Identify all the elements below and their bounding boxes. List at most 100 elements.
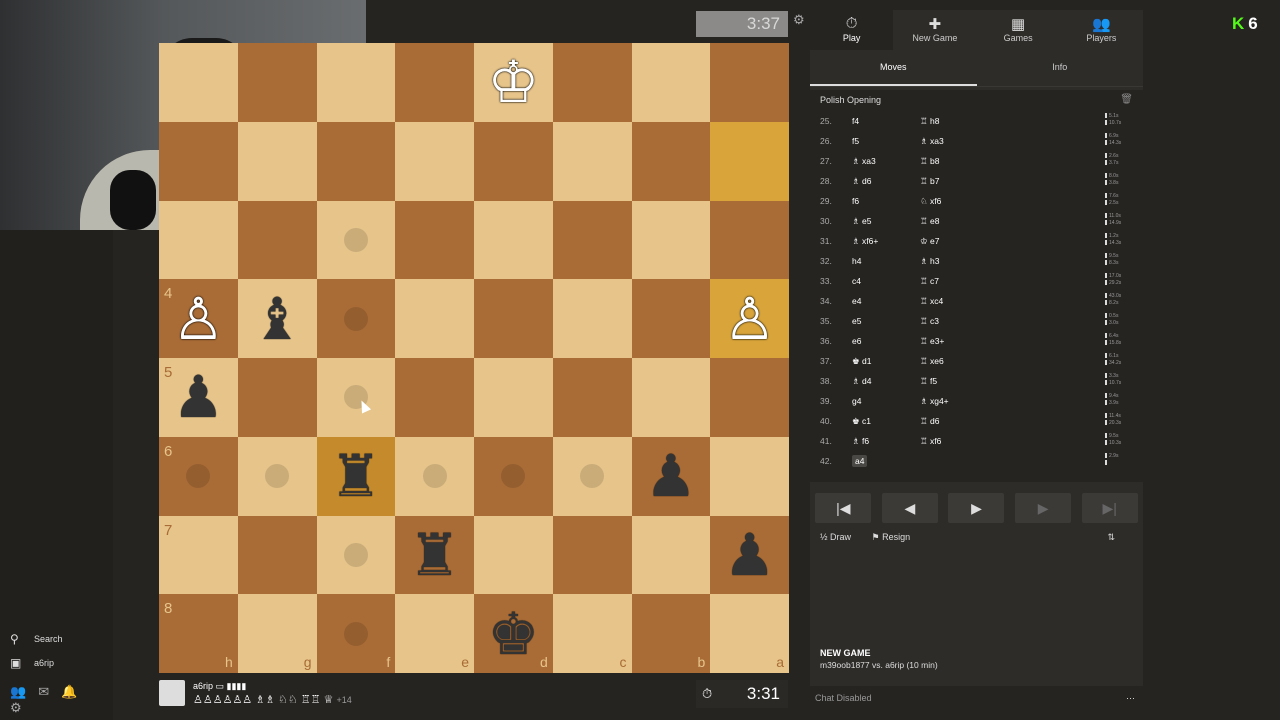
move-row[interactable]: 36. e6 ♖ e3+ 6.4s 15.8s [810, 330, 1143, 350]
draw-button[interactable]: ½ Draw [820, 532, 851, 542]
board-square[interactable] [395, 436, 474, 516]
black-move[interactable]: ♖ e3+ [920, 336, 944, 347]
last-move-button[interactable]: ▶| [1081, 493, 1138, 523]
board-square[interactable] [159, 43, 238, 122]
white-move[interactable]: ♗ xf6+ [852, 236, 878, 247]
board-square[interactable] [710, 43, 789, 122]
move-row[interactable]: 38. ♗ d4 ♖ f5 3.3s 10.7s [810, 370, 1143, 390]
nav-play[interactable]: ⏱ Play [810, 10, 894, 50]
board-square[interactable] [552, 279, 632, 358]
board-square[interactable]: 5 ♟ [159, 358, 238, 437]
white-move[interactable]: ♗ xa3 [852, 156, 876, 167]
board-square[interactable]: b [631, 594, 711, 673]
move-row[interactable]: 40. ♚ c1 ♖ d6 11.4s 20.3s [810, 410, 1143, 430]
white-move[interactable]: e5 [852, 316, 861, 326]
black-move[interactable]: ♖ c7 [920, 276, 939, 287]
board-square[interactable] [474, 279, 553, 358]
black-piece[interactable]: ♜ [395, 516, 474, 595]
board-square[interactable] [316, 43, 396, 122]
board-square[interactable] [395, 279, 474, 358]
board-square[interactable]: ♟ [631, 436, 711, 516]
more-options-icon[interactable]: ⋯ [1126, 686, 1135, 710]
sidebar-search[interactable]: ⚲ Search [0, 628, 113, 652]
board-square[interactable] [552, 200, 632, 280]
trash-icon[interactable]: 🗑 [1120, 90, 1133, 110]
next-move-button[interactable]: ▶ [1015, 493, 1072, 523]
black-piece[interactable]: ♟ [159, 358, 238, 437]
board-square[interactable] [474, 200, 553, 280]
player-name[interactable]: a6rip ▭ ▮▮▮▮ [193, 681, 246, 692]
board-square[interactable] [552, 121, 632, 201]
legal-move-dot[interactable] [501, 464, 526, 489]
resign-button[interactable]: ⚑ Resign [872, 532, 911, 542]
white-move[interactable]: ♗ d4 [852, 376, 871, 387]
white-move[interactable]: e6 [852, 336, 861, 346]
board-square[interactable] [159, 121, 238, 201]
white-move[interactable]: f5 [852, 136, 859, 146]
white-move[interactable]: ♗ d6 [852, 176, 871, 187]
black-move[interactable]: ♔ e7 [920, 236, 939, 247]
board-square[interactable] [631, 43, 711, 122]
black-move[interactable]: ♖ xf6 [920, 436, 941, 447]
board-square[interactable] [552, 515, 632, 595]
white-piece[interactable]: ♔ [474, 43, 553, 122]
previous-move-button[interactable]: ◀ [881, 493, 938, 523]
move-row[interactable]: 41. ♗ f6 ♖ xf6 9.5s 10.3s [810, 430, 1143, 450]
move-row[interactable]: 33. c4 ♖ c7 17.0s 29.2s [810, 270, 1143, 290]
board-square[interactable] [316, 358, 396, 437]
board-square[interactable] [474, 358, 553, 437]
white-move[interactable]: ♗ e5 [852, 216, 871, 227]
board-square[interactable]: ♔ [474, 43, 553, 122]
move-row[interactable]: 25. f4 ♖ h8 5.1s 10.7s [810, 110, 1143, 130]
black-move[interactable]: ♖ b8 [920, 156, 939, 167]
white-move[interactable]: a4 [852, 455, 868, 467]
white-move[interactable]: e4 [852, 296, 861, 306]
board-square[interactable] [237, 200, 317, 280]
sidebar-user[interactable]: ▣ a6rip [0, 652, 113, 676]
white-piece[interactable]: ♙ [159, 279, 238, 358]
board-square[interactable] [316, 515, 396, 595]
board-square[interactable] [395, 200, 474, 280]
board-square[interactable] [474, 121, 553, 201]
board-settings-icon[interactable]: ⚙ [793, 12, 805, 28]
legal-move-dot[interactable] [343, 542, 368, 567]
board-square[interactable]: 8h [159, 594, 238, 673]
board-square[interactable]: 4 ♙ [159, 279, 238, 358]
legal-move-dot[interactable] [343, 227, 368, 252]
white-move[interactable]: ♚ d1 [852, 356, 871, 367]
board-square[interactable] [159, 200, 238, 280]
white-move[interactable]: ♗ f6 [852, 436, 869, 447]
board-square[interactable] [316, 121, 396, 201]
legal-move-dot[interactable] [343, 621, 368, 646]
legal-move-dot[interactable] [186, 464, 211, 489]
mail-icon[interactable]: ✉ [38, 684, 49, 699]
move-row[interactable]: 37. ♚ d1 ♖ xe6 6.1s 34.2s [810, 350, 1143, 370]
move-row[interactable]: 30. ♗ e5 ♖ e8 11.0s 14.9s [810, 210, 1143, 230]
legal-move-dot[interactable] [422, 464, 447, 489]
board-square[interactable]: c [552, 594, 632, 673]
board-square[interactable] [395, 43, 474, 122]
board-square[interactable] [316, 200, 396, 280]
black-move[interactable]: ♖ c3 [920, 316, 939, 327]
move-row[interactable]: 35. e5 ♖ c3 0.5s 3.0s [810, 310, 1143, 330]
board-square[interactable]: g [237, 594, 317, 673]
board-square[interactable] [631, 200, 711, 280]
play-button[interactable]: ▶ [948, 493, 1005, 523]
board-square[interactable] [631, 121, 711, 201]
bell-icon[interactable]: 🔔 [61, 684, 77, 699]
move-row[interactable]: 29. f6 ♘ xf6 7.6s 2.5s [810, 190, 1143, 210]
board-square[interactable] [552, 43, 632, 122]
legal-move-dot[interactable] [343, 306, 368, 331]
black-move[interactable]: ♗ xg4+ [920, 396, 949, 407]
board-square[interactable] [237, 515, 317, 595]
board-square[interactable]: d ♚ [474, 594, 553, 673]
move-row[interactable]: 39. g4 ♗ xg4+ 9.4s 3.9s [810, 390, 1143, 410]
black-move[interactable]: ♖ xc4 [920, 296, 943, 307]
board-square[interactable] [710, 436, 789, 516]
move-row[interactable]: 42. a4 2.9s [810, 450, 1143, 470]
nav-games[interactable]: ▦ Games [977, 10, 1060, 50]
board-square[interactable]: ♜ [316, 436, 396, 516]
flip-board-icon[interactable]: ⇅ [1107, 532, 1115, 543]
chess-board[interactable]: ♔ 4 ♙ ♝ ♙ 5 ♟ 6 ♜ ♟ 7 ♜ ♟ 8 h g f e d ♚ c b a [159, 43, 789, 673]
board-square[interactable]: ♝ [237, 279, 317, 358]
